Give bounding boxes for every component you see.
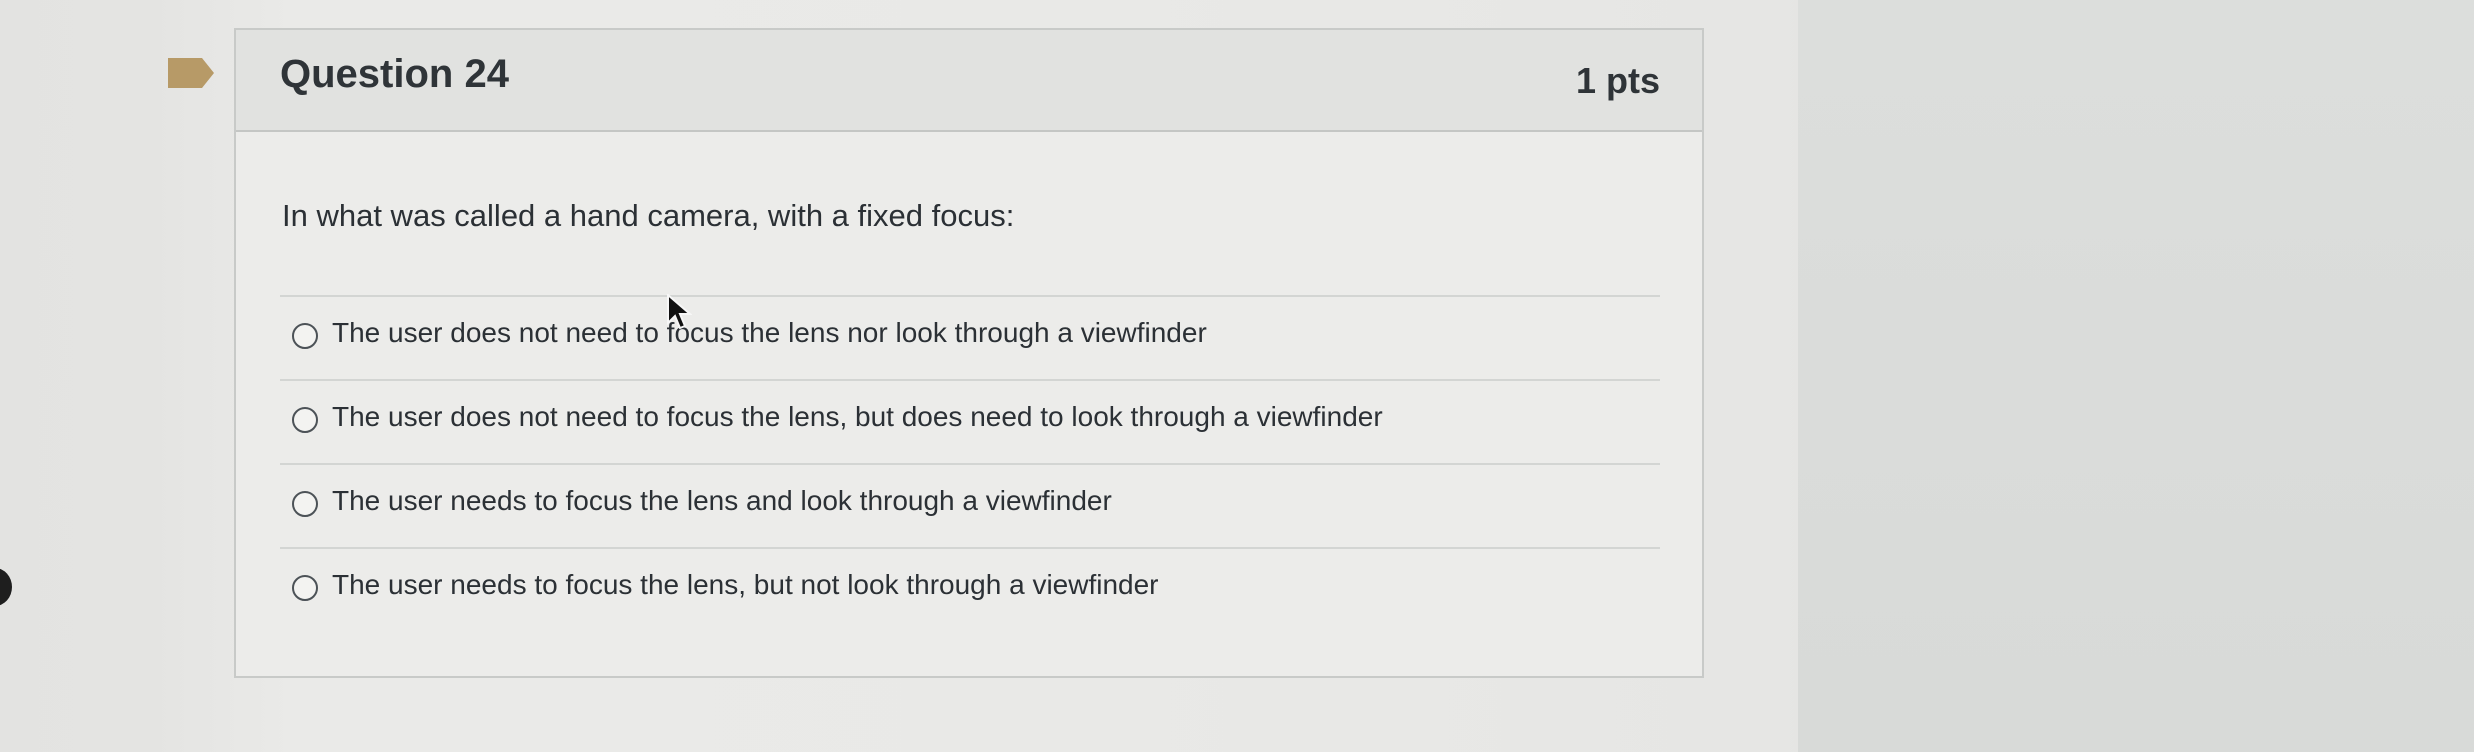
radio-button[interactable] bbox=[292, 323, 318, 349]
answer-label[interactable]: The user needs to focus the lens and loo… bbox=[332, 485, 1112, 517]
radio-button[interactable] bbox=[292, 575, 318, 601]
left-edge-control-icon[interactable] bbox=[0, 568, 12, 606]
answer-list: The user does not need to focus the lens… bbox=[280, 295, 1660, 631]
answer-label[interactable]: The user does not need to focus the lens… bbox=[332, 401, 1383, 433]
question-text: In what was called a hand camera, with a… bbox=[282, 198, 1015, 233]
answer-option-1[interactable]: The user does not need to focus the lens… bbox=[280, 295, 1660, 379]
answer-label[interactable]: The user does not need to focus the lens… bbox=[332, 317, 1207, 349]
answer-option-2[interactable]: The user does not need to focus the lens… bbox=[280, 379, 1660, 463]
mouse-pointer-icon bbox=[667, 294, 692, 330]
right-background-panel bbox=[1798, 0, 2474, 752]
question-header: Question 24 1 pts bbox=[236, 30, 1702, 132]
radio-button[interactable] bbox=[292, 407, 318, 433]
question-points: 1 pts bbox=[1575, 60, 1660, 101]
question-title: Question 24 bbox=[280, 52, 509, 96]
answer-option-4[interactable]: The user needs to focus the lens, but no… bbox=[280, 547, 1660, 631]
question-card: Question 24 1 pts In what was called a h… bbox=[234, 28, 1704, 678]
answer-label[interactable]: The user needs to focus the lens, but no… bbox=[332, 569, 1159, 601]
radio-button[interactable] bbox=[292, 491, 318, 517]
flag-question-icon[interactable] bbox=[168, 58, 214, 88]
answer-option-3[interactable]: The user needs to focus the lens and loo… bbox=[280, 463, 1660, 547]
